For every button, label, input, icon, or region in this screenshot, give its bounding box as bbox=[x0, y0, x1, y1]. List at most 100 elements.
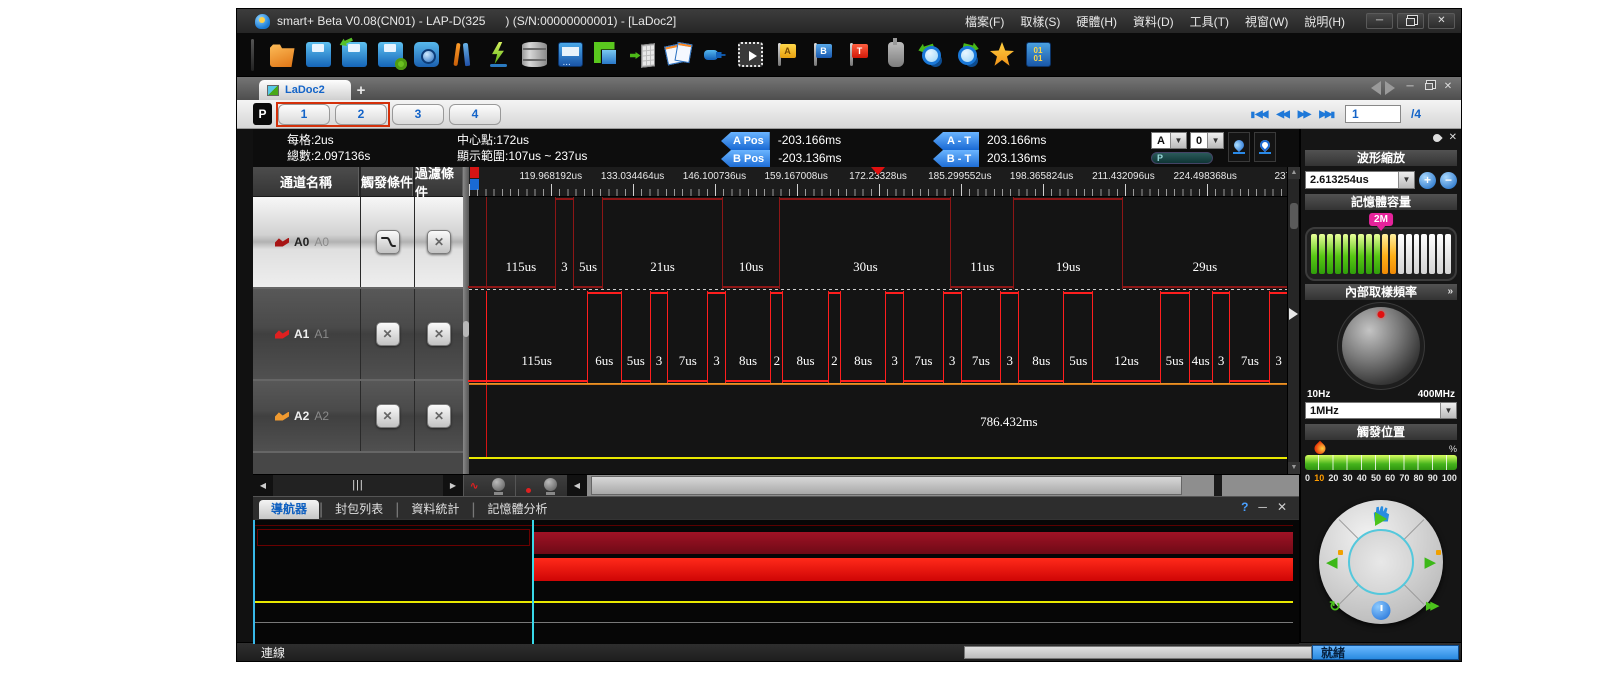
scroll-up-icon[interactable]: ▲ bbox=[1288, 167, 1300, 179]
menu-item-s[interactable]: 取樣(S) bbox=[1013, 11, 1067, 32]
flag-b-icon[interactable]: B bbox=[804, 37, 840, 73]
last-page-icon[interactable]: ▶▶ bbox=[1319, 109, 1335, 120]
col-filter[interactable]: 過濾條件 bbox=[415, 167, 463, 196]
page-button-2[interactable]: 2 bbox=[335, 104, 387, 125]
bus-connector-icon[interactable] bbox=[696, 37, 732, 73]
panel-minimize-button[interactable]: ─ bbox=[1258, 500, 1267, 514]
scrollbar-grip[interactable]: ||| bbox=[352, 479, 364, 491]
label-tool-icon[interactable] bbox=[876, 37, 912, 73]
close-button[interactable]: ✕ bbox=[1428, 13, 1455, 29]
page-button-4[interactable]: 4 bbox=[449, 104, 501, 125]
trigger-position-bar[interactable] bbox=[1305, 455, 1457, 470]
tab-scroll-right-icon[interactable] bbox=[1385, 81, 1395, 95]
b-t-badge[interactable]: B - T bbox=[933, 150, 979, 168]
close-panel-icon[interactable]: ✕ bbox=[1449, 133, 1457, 143]
screenshot-icon[interactable] bbox=[408, 37, 444, 73]
a-pos-badge[interactable]: A Pos bbox=[721, 132, 770, 150]
doc-minimize-button[interactable]: ─ bbox=[1403, 80, 1417, 94]
setup-tools-icon[interactable] bbox=[444, 37, 480, 73]
navigation-pad[interactable]: ◀ ▶ ↻ ▶▶ bbox=[1319, 500, 1443, 624]
set-cursor-pin-button[interactable] bbox=[1254, 132, 1276, 162]
fast-forward-icon[interactable]: ▶▶ bbox=[1426, 599, 1435, 612]
bottom-tab-4[interactable]: 記憶體分析 bbox=[476, 500, 560, 519]
bottom-tab-1[interactable]: 導航器 bbox=[259, 500, 319, 519]
value-select[interactable]: 0▼ bbox=[1190, 132, 1224, 149]
next-page-icon[interactable]: ▶▶ bbox=[1298, 109, 1309, 120]
p-slider[interactable]: P bbox=[1151, 152, 1213, 164]
page-number-input[interactable]: 1 bbox=[1345, 105, 1401, 123]
goto-cursor-pin-button[interactable] bbox=[1228, 132, 1250, 162]
doc-close-button[interactable]: ✕ bbox=[1441, 80, 1455, 94]
menu-item-w[interactable]: 視窗(W) bbox=[1238, 11, 1295, 32]
help-button[interactable]: ? bbox=[1241, 500, 1248, 514]
col-channel-name[interactable]: 通道名稱 bbox=[253, 167, 361, 196]
save-icon[interactable] bbox=[300, 37, 336, 73]
file-compare-icon[interactable] bbox=[660, 37, 696, 73]
step-right-icon[interactable]: ▶ bbox=[1424, 553, 1436, 571]
scroll-left-icon[interactable]: ◀ bbox=[253, 475, 273, 496]
prev-page-icon[interactable]: ◀◀ bbox=[1276, 109, 1287, 120]
col-trigger[interactable]: 觸發條件 bbox=[361, 167, 415, 196]
more-icon[interactable]: » bbox=[1447, 284, 1453, 300]
waveform-a1[interactable]: 115us6us5us37us38us28us28us37us37us38us5… bbox=[469, 291, 1287, 383]
scroll-left-icon[interactable]: ◀ bbox=[567, 475, 587, 496]
zoom-back-icon[interactable] bbox=[912, 37, 948, 73]
menu-item-h[interactable]: 說明(H) bbox=[1297, 11, 1352, 32]
zoom-out-button[interactable]: − bbox=[1440, 172, 1457, 189]
save-as-icon[interactable] bbox=[336, 37, 372, 73]
binary-view-icon[interactable]: 01 01 bbox=[1020, 37, 1056, 73]
trigger-knob-cell[interactable]: ∿ bbox=[463, 475, 515, 496]
pin-panel-icon[interactable] bbox=[1431, 132, 1442, 143]
trigger-falling-edge-button[interactable] bbox=[376, 230, 400, 254]
memory-device-icon[interactable] bbox=[516, 37, 552, 73]
menu-item-t[interactable]: 工具(T) bbox=[1183, 11, 1236, 32]
waveform-scrollbar[interactable]: ◀ bbox=[567, 475, 1299, 496]
quick-capture-icon[interactable] bbox=[480, 37, 516, 73]
export-data-icon[interactable] bbox=[624, 37, 660, 73]
first-page-icon[interactable]: ◀◀ bbox=[1251, 109, 1267, 120]
page-p-button[interactable]: P bbox=[253, 103, 272, 125]
navigator-left-cursor[interactable] bbox=[253, 520, 255, 644]
navigator-view-box[interactable] bbox=[257, 529, 530, 546]
channel-row-a0[interactable]: A0A0 ✕ bbox=[253, 197, 463, 289]
filter-none-button[interactable]: ✕ bbox=[427, 322, 451, 346]
doc-restore-button[interactable] bbox=[1422, 80, 1436, 94]
tab-ladoc2[interactable]: LaDoc2 bbox=[259, 80, 351, 100]
instrument-panel-icon[interactable] bbox=[552, 37, 588, 73]
zoom-next-icon[interactable] bbox=[948, 37, 984, 73]
memory-meter[interactable] bbox=[1305, 227, 1457, 281]
time-ruler[interactable]: 119.968192us133.034464us146.100736us159.… bbox=[469, 167, 1287, 197]
window-layout-icon[interactable] bbox=[588, 37, 624, 73]
clock-icon[interactable] bbox=[1372, 601, 1391, 620]
flag-t-icon[interactable]: T bbox=[840, 37, 876, 73]
filter-none-button[interactable]: ✕ bbox=[427, 230, 451, 254]
waveform-view[interactable]: 119.968192us133.034464us146.100736us159.… bbox=[469, 167, 1287, 474]
zoom-value-select[interactable]: 2.613254us▼ bbox=[1305, 171, 1415, 189]
panel-close-button[interactable]: ✕ bbox=[1277, 500, 1287, 514]
media-player-icon[interactable] bbox=[732, 37, 768, 73]
save-config-icon[interactable] bbox=[372, 37, 408, 73]
frequency-knob[interactable] bbox=[1342, 307, 1420, 385]
table-scrollbar[interactable]: ◀ ||| ▶ bbox=[253, 475, 463, 496]
minimize-button[interactable]: ─ bbox=[1366, 13, 1393, 29]
menu-item-d[interactable]: 資料(D) bbox=[1126, 11, 1181, 32]
filter-knob-cell[interactable] bbox=[515, 475, 567, 496]
frequency-select[interactable]: 1MHz▼ bbox=[1305, 402, 1457, 419]
bottom-tab-2[interactable]: 封包列表 bbox=[323, 500, 395, 519]
navigator-panel[interactable] bbox=[253, 519, 1299, 644]
refresh-icon[interactable]: ↻ bbox=[1329, 598, 1341, 615]
page-button-1[interactable]: 1 bbox=[278, 104, 330, 125]
vscroll-thumb[interactable] bbox=[1290, 203, 1298, 229]
new-tab-button[interactable]: + bbox=[351, 82, 371, 100]
hscroll-thumb[interactable] bbox=[591, 476, 1182, 495]
scroll-right-icon[interactable]: ▶ bbox=[443, 475, 463, 496]
vertical-scrollbar[interactable]: ▲ ▼ bbox=[1287, 167, 1299, 474]
filter-none-button[interactable]: ✕ bbox=[427, 404, 451, 428]
play-icon[interactable] bbox=[1375, 512, 1387, 526]
favorites-icon[interactable] bbox=[984, 37, 1020, 73]
cursor-select[interactable]: A▼ bbox=[1151, 132, 1187, 149]
zoom-in-button[interactable]: + bbox=[1419, 172, 1436, 189]
open-file-icon[interactable] bbox=[264, 37, 300, 73]
b-pos-badge[interactable]: B Pos bbox=[721, 150, 770, 168]
scroll-down-icon[interactable]: ▼ bbox=[1288, 462, 1300, 474]
